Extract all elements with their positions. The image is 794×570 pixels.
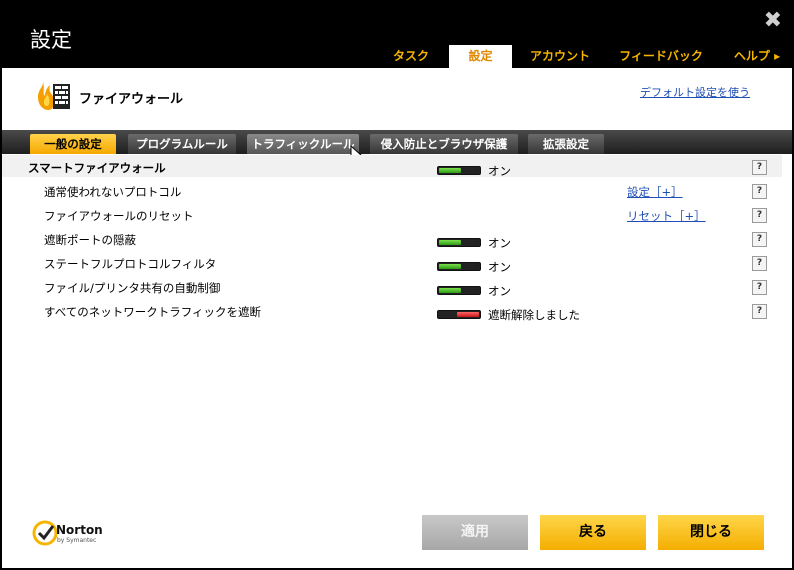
help-icon[interactable]: ? [752,232,767,247]
tab-feedback[interactable]: フィードバック [618,45,704,68]
use-default-settings-link[interactable]: デフォルト設定を使う [640,84,750,100]
help-icon[interactable]: ? [752,184,767,199]
top-tab-bar: タスク 設定 アカウント フィードバック ヘルプ ▸ [0,45,794,68]
help-icon[interactable]: ? [752,304,767,319]
subtab-general[interactable]: 一般の設定 [30,134,116,154]
configure-link[interactable]: 設定［+］ [627,184,683,200]
setting-row-stealth-ports: 遮断ポートの隠蔽 オン ? [2,230,782,254]
block-all-traffic-toggle[interactable] [437,310,481,319]
norton-logo-text: Norton [56,523,103,537]
apply-button[interactable]: 適用 [422,515,528,550]
setting-row-block-all-traffic: すべてのネットワークトラフィックを遮断 遮断解除しました ? [2,302,782,326]
help-icon[interactable]: ? [752,160,767,175]
close-icon[interactable]: ✖ [764,8,782,33]
setting-state: オン [488,164,511,178]
sub-tab-bar: 一般の設定 プログラムルール トラフィックルール 侵入防止とブラウザ保護 拡張設… [2,130,792,154]
setting-label: スマートファイアウォール [28,161,166,175]
toggle-off-indicator [457,312,479,317]
close-button[interactable]: 閉じる [658,515,764,550]
setting-state: オン [488,284,511,298]
setting-state: オン [488,236,511,250]
setting-label: 通常使われないプロトコル [44,185,182,199]
setting-state: オン [488,260,511,274]
smart-firewall-toggle[interactable] [437,166,481,175]
subtab-program-rules[interactable]: プログラムルール [128,134,236,154]
norton-check-icon [32,520,58,546]
setting-label: ステートフルプロトコルフィルタ [44,257,217,271]
setting-row-stateful-protocol: ステートフルプロトコルフィルタ オン ? [2,254,782,278]
setting-state: 遮断解除しました [488,308,580,322]
setting-label: ファイル/プリンタ共有の自動制御 [44,281,221,295]
norton-logo: Norton by Symantec [32,520,112,550]
reset-link[interactable]: リセット［+］ [627,208,706,224]
stealth-ports-toggle[interactable] [437,238,481,247]
toggle-on-indicator [439,240,461,245]
setting-row-smart-firewall: スマートファイアウォール オン ? [2,158,782,182]
help-icon[interactable]: ? [752,256,767,271]
toggle-on-indicator [439,264,461,269]
firewall-icon [38,78,70,110]
setting-label: ファイアウォールのリセット [44,209,194,223]
tab-settings[interactable]: 設定 [449,45,512,68]
file-printer-sharing-toggle[interactable] [437,286,481,295]
toggle-on-indicator [439,288,461,293]
help-icon[interactable]: ? [752,280,767,295]
setting-row-file-printer-sharing: ファイル/プリンタ共有の自動制御 オン ? [2,278,782,302]
content-panel: ファイアウォール デフォルト設定を使う 一般の設定 プログラムルール トラフィッ… [2,68,792,568]
toggle-on-indicator [439,168,461,173]
settings-window: 設定 ✖ タスク 設定 アカウント フィードバック ヘルプ ▸ ファイアウォール… [0,0,794,570]
norton-logo-subtext: by Symantec [57,537,97,544]
back-button[interactable]: 戻る [540,515,646,550]
help-icon[interactable]: ? [752,208,767,223]
subtab-advanced[interactable]: 拡張設定 [528,134,604,154]
section-title: ファイアウォール [79,92,184,107]
subtab-traffic-rules[interactable]: トラフィックルール [247,134,359,154]
setting-label: すべてのネットワークトラフィックを遮断 [44,305,262,319]
subtab-intrusion-browser[interactable]: 侵入防止とブラウザ保護 [370,134,518,154]
stateful-protocol-toggle[interactable] [437,262,481,271]
setting-label: 遮断ポートの隠蔽 [44,233,136,247]
tab-tasks[interactable]: タスク [386,45,436,68]
setting-row-firewall-reset: ファイアウォールのリセット リセット［+］ ? [2,206,782,230]
setting-row-uncommon-protocols: 通常使われないプロトコル 設定［+］ ? [2,182,782,206]
tab-help[interactable]: ヘルプ ▸ [727,45,787,68]
tab-account[interactable]: アカウント [525,45,595,68]
